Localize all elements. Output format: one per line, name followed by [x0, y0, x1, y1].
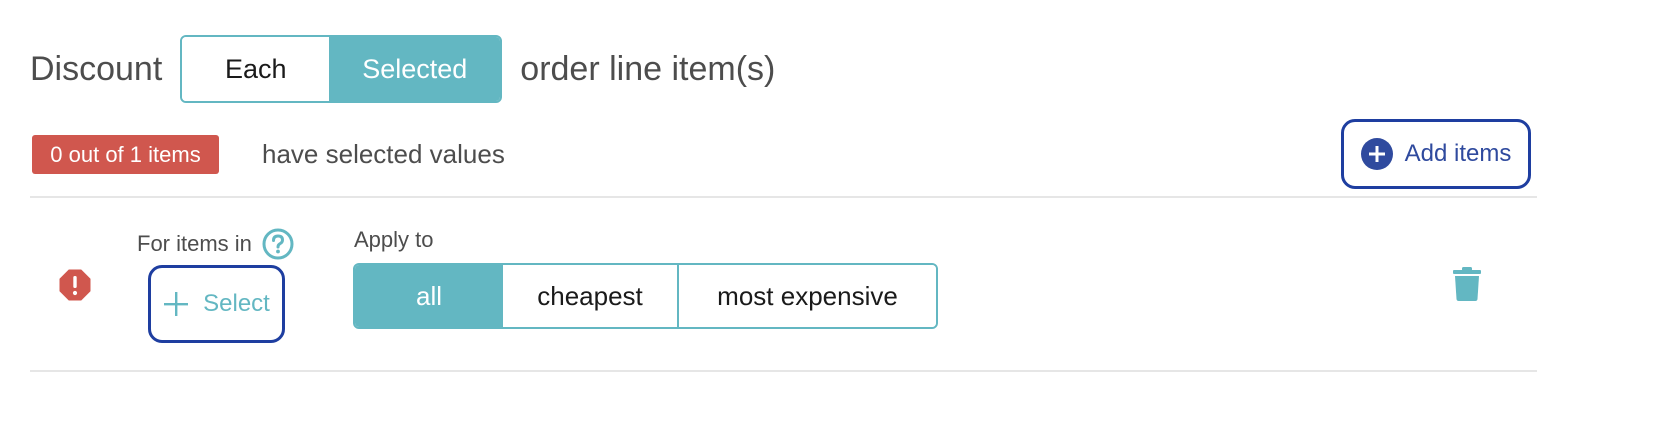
add-items-label: Add items [1404, 140, 1512, 167]
discount-option-each[interactable]: Each [182, 37, 330, 101]
add-items-button[interactable]: Add items [1341, 119, 1531, 189]
select-category-button[interactable]: Select [148, 265, 285, 343]
discount-label: Discount [30, 49, 163, 88]
select-label: Select [203, 290, 270, 317]
trash-icon[interactable] [1452, 266, 1482, 302]
discount-mode-row: Discount Each Selected order line item(s… [30, 35, 775, 103]
apply-option-cheapest[interactable]: cheapest [503, 265, 679, 327]
discount-rule-panel: Discount Each Selected order line item(s… [0, 0, 1662, 424]
alert-octagon-icon [59, 269, 91, 301]
for-items-label-text: For items in [137, 231, 252, 256]
selection-count-badge: 0 out of 1 items [32, 135, 219, 174]
apply-to-label: Apply to [354, 227, 434, 252]
plus-icon [164, 292, 189, 316]
for-items-field-label: For items in [137, 228, 294, 260]
discount-option-selected[interactable]: Selected [329, 37, 501, 101]
plus-circle-icon [1360, 138, 1393, 170]
apply-option-most-expensive[interactable]: most expensive [679, 265, 936, 327]
apply-option-all[interactable]: all [355, 265, 503, 327]
discount-mode-toggle: Each Selected [180, 35, 503, 103]
discount-suffix: order line item(s) [520, 49, 776, 88]
selection-status-text: have selected values [262, 139, 505, 169]
divider-bottom [30, 370, 1537, 372]
apply-to-toggle: all cheapest most expensive [353, 263, 938, 329]
divider-top [30, 196, 1537, 198]
question-circle-icon[interactable] [262, 228, 294, 260]
selection-status-row: 0 out of 1 items have selected values Ad… [32, 119, 1537, 189]
